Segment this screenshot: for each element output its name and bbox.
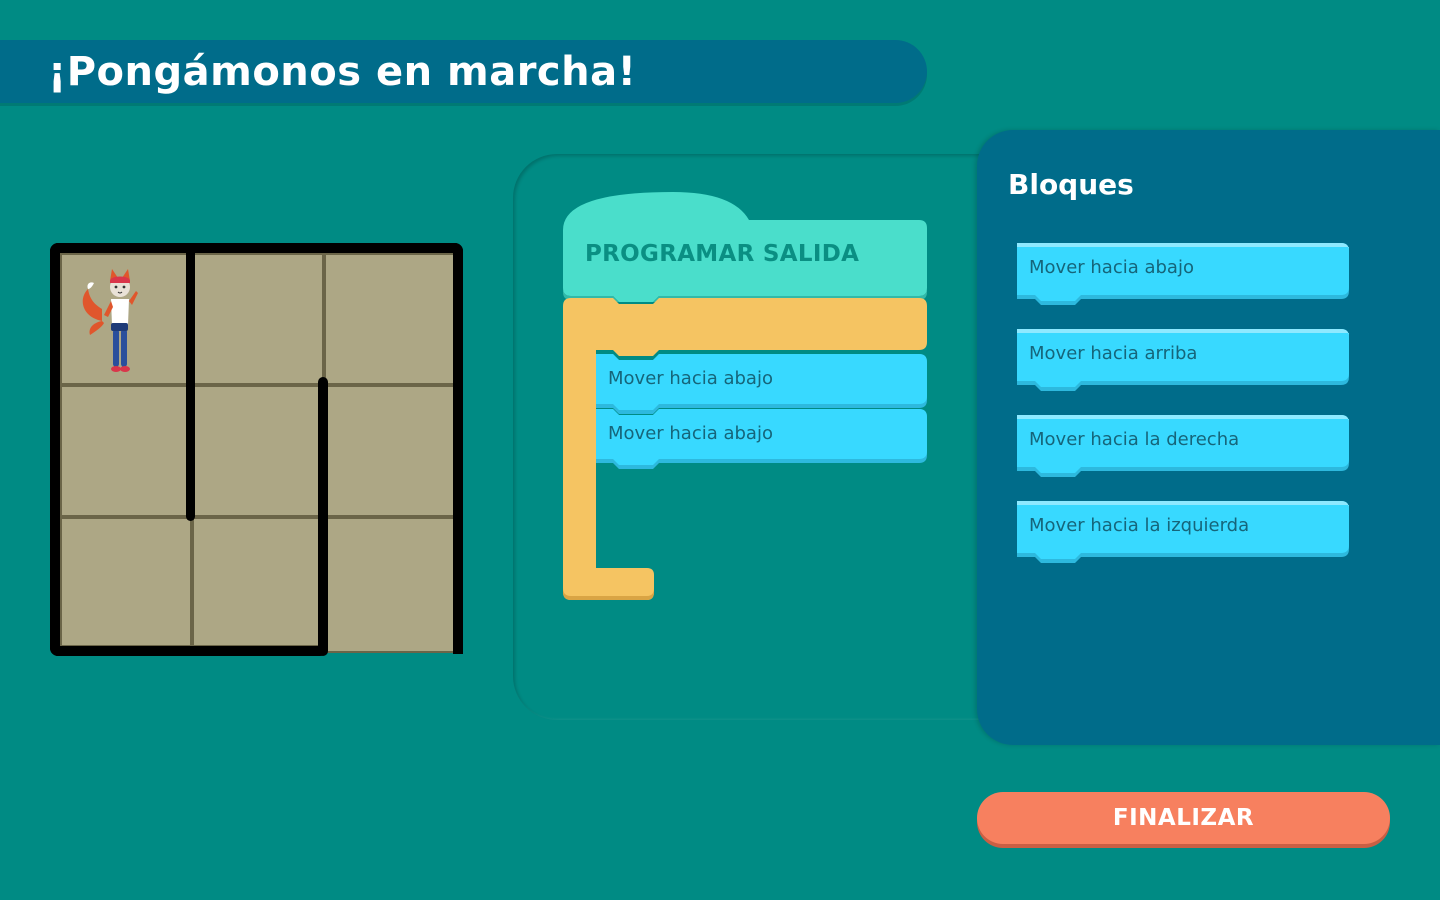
maze-wall-right — [453, 243, 463, 654]
palette-block-label: Mover hacia la izquierda — [1029, 515, 1250, 536]
maze-wall-inner — [186, 243, 195, 521]
maze-cell — [60, 385, 192, 517]
maze-cell — [324, 253, 455, 385]
maze-cell — [324, 517, 455, 653]
program-start-label: PROGRAMAR SALIDA — [585, 241, 860, 267]
program-block-move-down[interactable]: Mover hacia abajo — [596, 409, 927, 471]
palette-block-label: Mover hacia la derecha — [1029, 429, 1240, 450]
page-title: ¡Pongámonos en marcha! — [48, 48, 637, 95]
maze-wall-inner — [318, 377, 328, 656]
maze-cell — [192, 253, 324, 385]
program-block-move-down[interactable]: Mover hacia abajo — [596, 354, 927, 416]
program-block-label: Mover hacia abajo — [608, 423, 773, 444]
maze-cell — [192, 385, 324, 517]
maze-cell — [60, 517, 192, 647]
palette-block-move-right[interactable]: Mover hacia la derecha — [1017, 415, 1349, 477]
maze-cell — [324, 385, 455, 517]
palette-block-label: Mover hacia abajo — [1029, 257, 1194, 278]
fox-character-icon — [82, 269, 138, 372]
maze-cell — [192, 517, 324, 647]
maze-grid — [50, 243, 463, 656]
title-banner: ¡Pongámonos en marcha! — [0, 40, 927, 103]
maze-wall-top — [50, 243, 463, 253]
palette-block-label: Mover hacia arriba — [1029, 343, 1198, 364]
finish-button[interactable]: FINALIZAR — [977, 792, 1390, 844]
maze-wall-left — [50, 243, 60, 656]
program-block-label: Mover hacia abajo — [608, 368, 773, 389]
palette-block-move-left[interactable]: Mover hacia la izquierda — [1017, 501, 1349, 563]
palette-title: Bloques — [1008, 168, 1134, 201]
maze-wall-bottom — [50, 646, 328, 656]
palette-block-move-up[interactable]: Mover hacia arriba — [1017, 329, 1349, 391]
palette-block-move-down[interactable]: Mover hacia abajo — [1017, 243, 1349, 305]
